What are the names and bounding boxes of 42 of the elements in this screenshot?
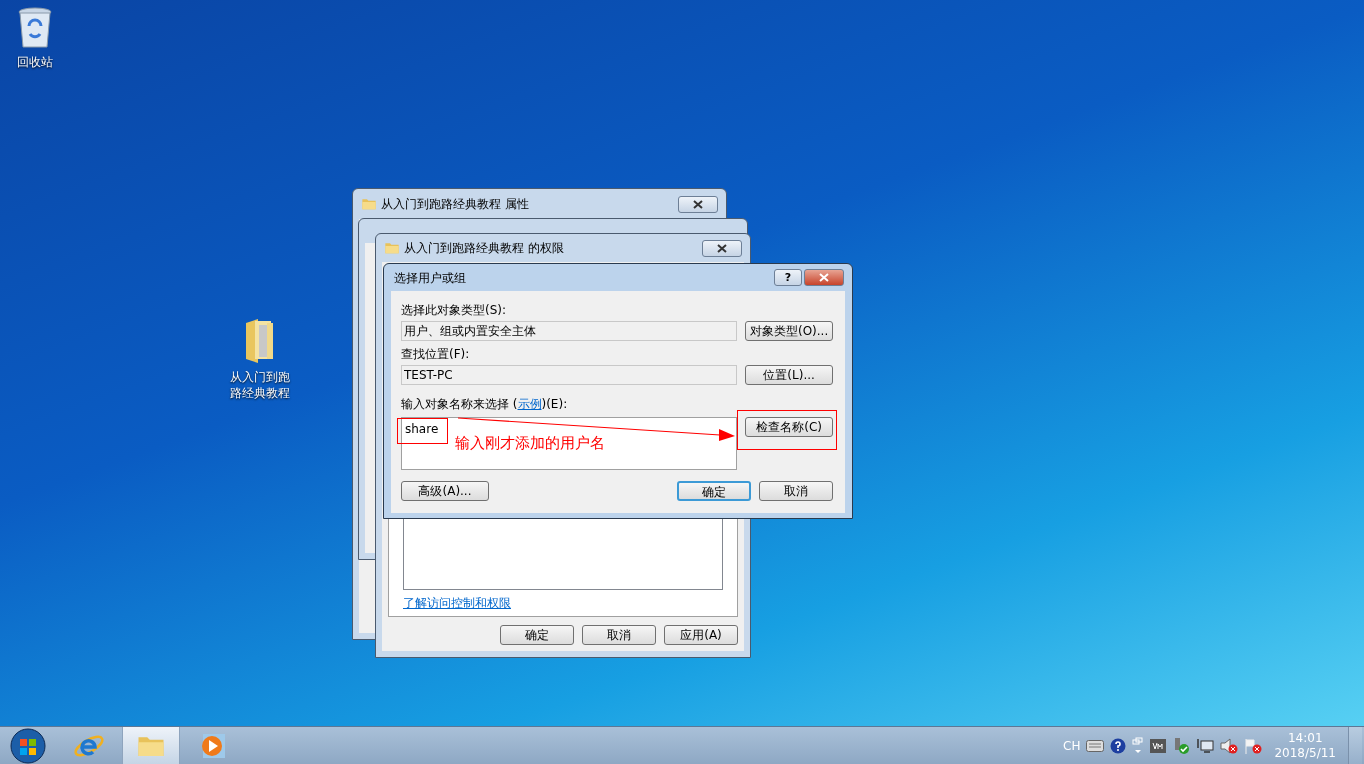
location-button[interactable]: 位置(L)...: [745, 365, 833, 385]
dialog-button[interactable]: 应用(A): [664, 625, 738, 645]
dialog-button[interactable]: 确定: [677, 481, 751, 501]
help-button[interactable]: ?: [774, 269, 802, 286]
close-button[interactable]: [702, 239, 742, 257]
close-button[interactable]: [678, 195, 718, 213]
network-icon[interactable]: [1196, 737, 1215, 754]
play-icon: [199, 731, 227, 760]
object-type-field[interactable]: 用户、组或内置安全主体: [401, 321, 738, 341]
dialog-button[interactable]: 取消: [582, 625, 656, 645]
highlight-box: [397, 418, 448, 444]
example-link[interactable]: 示例: [517, 397, 542, 411]
flag-error-icon[interactable]: [1244, 737, 1263, 754]
dialog-button[interactable]: 确定: [500, 625, 574, 645]
annotation-text: 输入刚才添加的用户名: [455, 433, 605, 453]
dialog-button[interactable]: 取消: [759, 481, 833, 501]
keyboard-icon[interactable]: [1086, 739, 1105, 752]
close-icon: [819, 273, 829, 282]
close-button[interactable]: [804, 269, 844, 286]
window-title: 从入门到跑路经典教程 的权限: [404, 240, 565, 257]
vm-icon[interactable]: [1150, 738, 1167, 753]
check-names-button[interactable]: 检查名称(C): [745, 417, 833, 437]
usb-check-icon[interactable]: [1172, 736, 1191, 755]
dialog-title: 选择用户或组: [394, 269, 467, 287]
desktop-icon-label[interactable]: 从入门到跑路经典教程: [228, 369, 292, 401]
folder-icon: [361, 196, 377, 212]
trash-can-icon[interactable]: [16, 6, 54, 50]
advanced-button[interactable]: 高级(A)...: [401, 481, 489, 501]
help-link[interactable]: 了解访问控制和权限: [403, 594, 723, 612]
help-icon[interactable]: [1110, 737, 1127, 754]
window-title: 从入门到跑路经典教程 属性: [381, 196, 530, 213]
field-label: 查找位置(F):: [401, 347, 471, 361]
field-label: 输入对象名称来选择 (示例)(E):: [401, 397, 569, 411]
folder-icon: [384, 240, 400, 256]
start-orb-icon: [10, 727, 46, 764]
object-type-button[interactable]: 对象类型(O)...: [745, 321, 833, 341]
desktop-icon-label[interactable]: 回收站: [3, 54, 67, 70]
field-label: 选择此对象类型(S):: [401, 303, 508, 317]
close-icon: [717, 243, 727, 253]
location-field[interactable]: TEST-PC: [401, 365, 738, 385]
close-icon: [693, 199, 703, 209]
speaker-muted-icon[interactable]: [1220, 737, 1239, 754]
